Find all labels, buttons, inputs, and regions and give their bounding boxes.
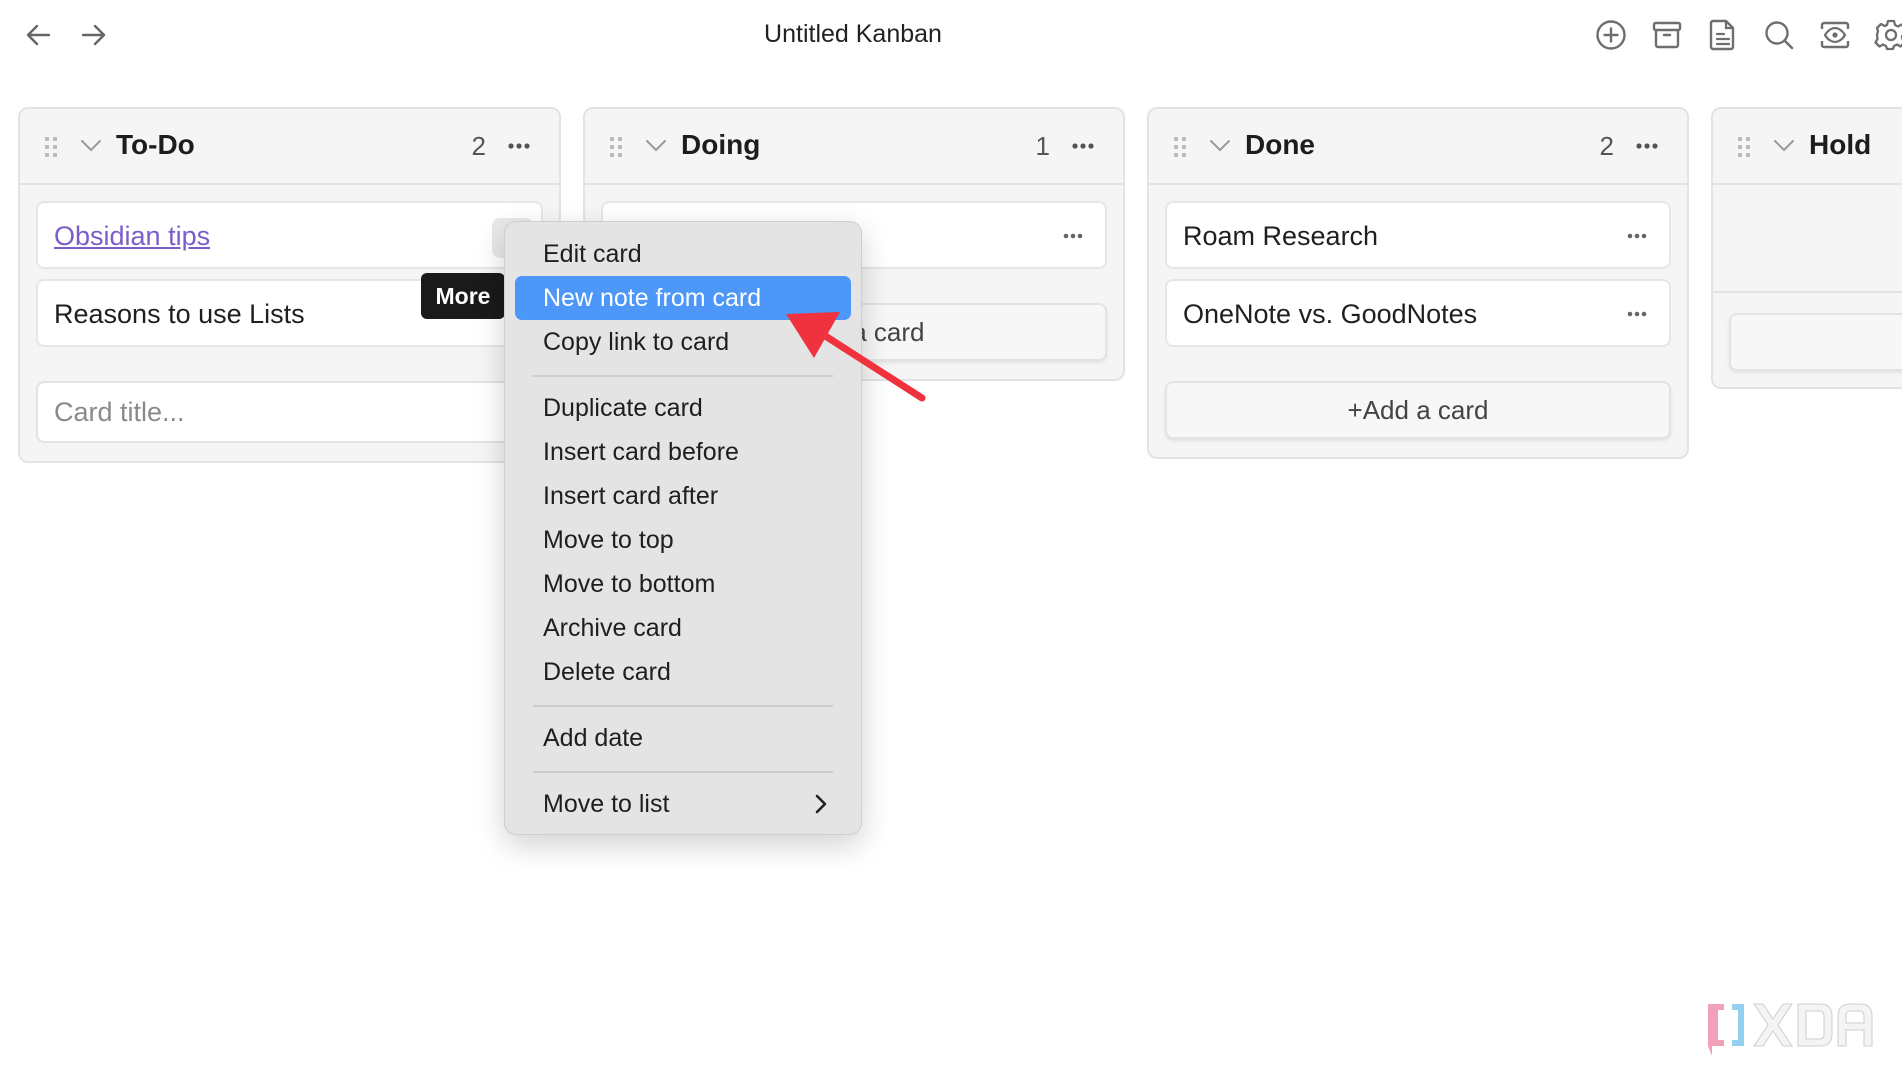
card-title: OneNote vs. GoodNotes	[1183, 299, 1478, 329]
archive-box-icon	[1652, 21, 1682, 49]
search-button[interactable]	[1759, 16, 1799, 54]
gear-icon	[1874, 19, 1902, 51]
lane-title: Hold	[1809, 129, 1872, 160]
menu-item-add-date[interactable]: Add date	[515, 716, 851, 760]
add-card-button[interactable]: +Add a card	[1165, 381, 1671, 439]
menu-item-move-to-list[interactable]: Move to list	[515, 782, 851, 826]
lane-hold: Hold	[1711, 107, 1902, 389]
chevron-right-icon	[815, 794, 827, 814]
drag-handle-icon[interactable]	[609, 136, 623, 158]
collapse-chevron-icon[interactable]	[1773, 137, 1795, 153]
lane-empty-area	[1713, 187, 1902, 293]
collapse-chevron-icon[interactable]	[645, 137, 667, 153]
add-card-button[interactable]	[1729, 313, 1902, 371]
lane-count: 2	[1599, 131, 1614, 161]
lane-count: 1	[1035, 131, 1050, 161]
drag-handle-icon[interactable]	[1737, 136, 1751, 158]
card-title-link[interactable]: Obsidian tips	[54, 221, 210, 252]
eye-scan-icon	[1820, 21, 1850, 49]
document-icon	[1709, 19, 1735, 51]
menu-item-edit-card[interactable]: Edit card	[515, 232, 851, 276]
lane-header: Done 2	[1149, 109, 1687, 185]
card-more-button[interactable]	[1619, 221, 1655, 251]
lane-menu-button[interactable]	[1629, 131, 1665, 161]
search-icon	[1765, 21, 1794, 50]
lane-header: Doing 1	[585, 109, 1123, 185]
menu-item-insert-card-before[interactable]: Insert card before	[515, 430, 851, 474]
add-list-button[interactable]	[1591, 16, 1631, 54]
lane-title: Done	[1245, 129, 1315, 160]
settings-button[interactable]	[1871, 16, 1902, 54]
new-card-field[interactable]	[36, 381, 543, 443]
menu-separator	[533, 771, 833, 773]
archive-button[interactable]	[1647, 16, 1687, 54]
tooltip: More	[421, 273, 505, 319]
card-title: Reasons to use Lists	[54, 299, 305, 329]
menu-item-archive-card[interactable]: Archive card	[515, 606, 851, 650]
lane-header: To-Do 2	[20, 109, 559, 185]
lane-menu-button[interactable]	[501, 131, 537, 161]
lane-title: To-Do	[116, 129, 195, 160]
card-more-button[interactable]	[1619, 299, 1655, 329]
window-title: Untitled Kanban	[764, 20, 942, 48]
lane-done: Done 2 Roam Research OneNote vs. GoodNot…	[1147, 107, 1689, 459]
markdown-view-button[interactable]	[1703, 16, 1743, 54]
collapse-chevron-icon[interactable]	[80, 137, 102, 153]
lane-title: Doing	[681, 129, 761, 160]
lane-count: 2	[471, 131, 486, 161]
card[interactable]: Roam Research	[1165, 201, 1671, 269]
plus-circle-icon	[1596, 20, 1626, 50]
xda-logo-icon	[1708, 1003, 1873, 1056]
menu-item-move-to-top[interactable]: Move to top	[515, 518, 851, 562]
drag-handle-icon[interactable]	[1173, 136, 1187, 158]
more-horizontal-icon	[1627, 311, 1647, 317]
more-horizontal-icon	[1063, 233, 1083, 239]
menu-item-move-to-bottom[interactable]: Move to bottom	[515, 562, 851, 606]
card[interactable]: OneNote vs. GoodNotes	[1165, 279, 1671, 347]
menu-item-insert-card-after[interactable]: Insert card after	[515, 474, 851, 518]
lane-menu-button[interactable]	[1065, 131, 1101, 161]
menu-item-label: Move to list	[543, 789, 670, 818]
xda-watermark	[1698, 994, 1878, 1069]
view-mode-button[interactable]	[1815, 16, 1855, 54]
more-horizontal-icon	[508, 143, 530, 149]
more-horizontal-icon	[1627, 233, 1647, 239]
menu-separator	[533, 705, 833, 707]
collapse-chevron-icon[interactable]	[1209, 137, 1231, 153]
lane-header: Hold	[1713, 109, 1902, 185]
menu-item-delete-card[interactable]: Delete card	[515, 650, 851, 694]
card-more-button[interactable]	[1055, 221, 1091, 251]
drag-handle-icon[interactable]	[44, 136, 58, 158]
card-title: Roam Research	[1183, 221, 1379, 251]
more-horizontal-icon	[1636, 143, 1658, 149]
card-title-input[interactable]	[38, 383, 541, 441]
more-horizontal-icon	[1072, 143, 1094, 149]
annotation-arrow-icon	[786, 312, 926, 402]
card[interactable]: Obsidian tips	[36, 201, 543, 269]
top-bar: Untitled Kanban	[0, 0, 1902, 70]
